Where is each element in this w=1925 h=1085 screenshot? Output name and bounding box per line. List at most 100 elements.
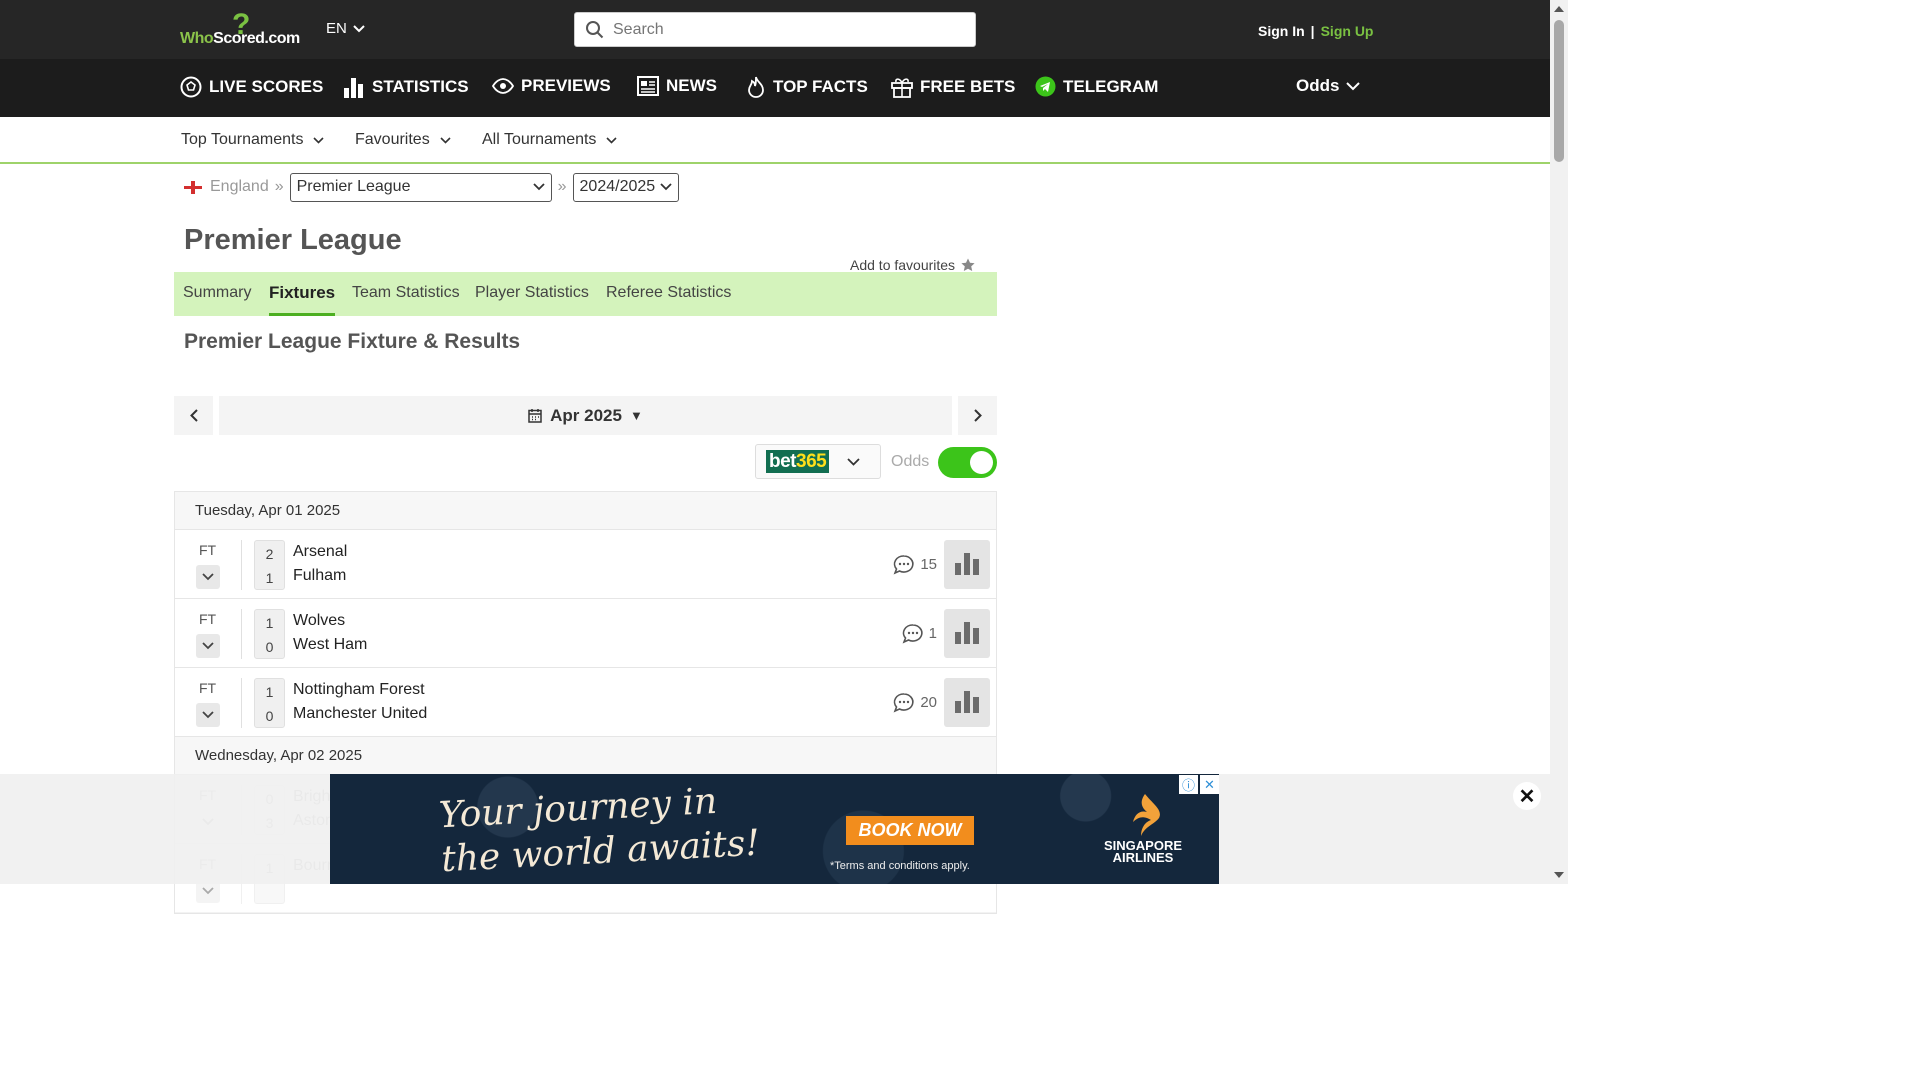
away-team[interactable]: Fulham — [293, 567, 346, 585]
match-row[interactable]: FT 2 1 Arsenal Fulham 15 — [175, 530, 996, 599]
toggle-knob — [970, 451, 993, 474]
expand-match-button[interactable] — [196, 703, 220, 727]
home-team[interactable]: Nottingham Forest — [293, 681, 425, 699]
league-tabs: Summary Fixtures Team Statistics Player … — [174, 272, 997, 316]
match-status: FT — [199, 680, 217, 696]
language-label: EN — [326, 20, 347, 37]
odds-toggle[interactable] — [938, 447, 997, 478]
match-status: FT — [199, 611, 217, 627]
bar-chart-icon — [973, 559, 979, 575]
away-score: 0 — [265, 639, 274, 655]
next-month-button[interactable] — [958, 396, 997, 435]
close-ad-button[interactable]: ✕ — [1513, 782, 1541, 810]
breadcrumb-separator: » — [274, 178, 284, 195]
chevron-down-icon — [202, 711, 214, 719]
comment-count: 20 — [920, 694, 937, 711]
ad-terms: *Terms and conditions apply. — [830, 860, 970, 872]
ad-banner[interactable]: Your journey in the world awaits! BOOK N… — [330, 774, 1219, 884]
month-selector[interactable]: Apr 2025 ▼ — [219, 396, 952, 435]
chevron-down-icon — [659, 183, 672, 191]
chevron-down-icon — [606, 136, 618, 144]
previous-month-button[interactable] — [174, 396, 213, 435]
comments-link[interactable]: 1 — [902, 623, 937, 644]
bookmaker-select[interactable]: bet365 — [755, 444, 881, 479]
nav-top-facts[interactable]: TOP FACTS — [746, 76, 868, 98]
expand-match-button[interactable] — [196, 634, 220, 658]
page-scrollbar[interactable] — [1550, 0, 1568, 884]
ad-choices: ⓘ ✕ — [1179, 775, 1219, 794]
add-to-favourites-button[interactable]: Add to favourites — [850, 257, 975, 273]
nav-previews[interactable]: PREVIEWS — [492, 76, 611, 96]
chevron-down-icon — [1346, 81, 1361, 90]
match-stats-button[interactable] — [944, 678, 990, 727]
soccer-ball-icon — [180, 76, 202, 98]
away-score: 1 — [265, 570, 274, 586]
comments-link[interactable]: 15 — [893, 554, 937, 575]
bar-chart-icon — [973, 628, 979, 644]
match-stats-button[interactable] — [944, 540, 990, 589]
ad-dismiss-icon[interactable]: ✕ — [1200, 775, 1219, 794]
ad-info-icon[interactable]: ⓘ — [1179, 775, 1198, 794]
score-box: 2 1 — [254, 540, 285, 590]
match-day-header: Wednesday, Apr 02 2025 — [175, 737, 996, 775]
tab-team-statistics[interactable]: Team Statistics — [352, 284, 460, 302]
season-select[interactable]: 2024/2025 — [572, 172, 679, 202]
bar-chart-icon — [973, 697, 979, 713]
scroll-down-arrow[interactable] — [1554, 872, 1564, 878]
fixtures-heading: Premier League Fixture & Results — [184, 330, 521, 353]
search-input[interactable] — [613, 20, 953, 39]
bird-logo-icon — [1133, 794, 1160, 836]
league-select[interactable]: Premier League — [289, 172, 552, 202]
home-score: 1 — [265, 684, 274, 700]
chevron-down-icon — [847, 457, 860, 466]
away-team[interactable]: West Ham — [293, 636, 367, 654]
sign-in-link[interactable]: Sign In — [1258, 23, 1305, 39]
comments-link[interactable]: 20 — [893, 692, 937, 713]
nav-odds-dropdown[interactable]: Odds — [1296, 76, 1361, 96]
nav-news[interactable]: NEWS — [637, 76, 717, 96]
home-team[interactable]: Wolves — [293, 612, 345, 630]
score-box: 1 0 — [254, 609, 285, 659]
home-team[interactable]: Arsenal — [293, 543, 347, 561]
calendar-icon — [528, 409, 542, 423]
scrollbar-thumb[interactable] — [1554, 20, 1564, 162]
match-row[interactable]: FT 1 0 Wolves West Ham 1 — [175, 599, 996, 668]
sign-up-link[interactable]: Sign Up — [1321, 23, 1374, 39]
caret-down-icon: ▼ — [629, 408, 643, 423]
nav-statistics[interactable]: STATISTICS — [343, 76, 469, 98]
top-bar: ? WhoScored.com EN Sign In | Sign Up — [0, 0, 1550, 59]
breadcrumb-country[interactable]: England — [210, 178, 269, 196]
away-team[interactable]: Manchester United — [293, 705, 427, 723]
expand-match-button[interactable] — [196, 565, 220, 589]
ad-headline: Your journey in the world awaits! — [437, 780, 761, 881]
match-row[interactable]: FT 1 0 Nottingham Forest Manchester Unit… — [175, 668, 996, 737]
nav-free-bets[interactable]: FREE BETS — [891, 76, 1015, 98]
match-status: FT — [199, 542, 217, 558]
gift-icon — [891, 78, 913, 98]
eye-icon — [492, 78, 514, 94]
comment-count: 15 — [920, 556, 937, 573]
tab-player-statistics[interactable]: Player Statistics — [475, 284, 589, 302]
tournament-subnav: Top Tournaments Favourites All Tournamen… — [0, 117, 1550, 164]
tab-fixtures[interactable]: Fixtures — [269, 283, 336, 316]
ad-book-now-button[interactable]: BOOK NOW — [846, 816, 974, 845]
bar-chart-icon — [955, 632, 961, 644]
scroll-up-arrow[interactable] — [1554, 6, 1564, 12]
nav-telegram[interactable]: TELEGRAM — [1035, 76, 1158, 97]
bar-chart-icon — [964, 553, 970, 575]
chevron-down-icon — [202, 642, 214, 650]
tab-summary[interactable]: Summary — [183, 284, 251, 302]
comment-count: 1 — [928, 625, 937, 642]
top-tournaments-dropdown[interactable]: Top Tournaments — [181, 131, 325, 149]
chevron-right-icon — [973, 409, 982, 422]
favourites-dropdown[interactable]: Favourites — [355, 131, 451, 149]
whoscored-logo[interactable]: ? WhoScored.com — [180, 8, 305, 48]
singapore-airlines-logo: SINGAPORE AIRLINES — [1098, 792, 1188, 864]
tab-referee-statistics[interactable]: Referee Statistics — [606, 284, 731, 302]
match-stats-button[interactable] — [944, 609, 990, 658]
nav-live-scores[interactable]: LIVE SCORES — [180, 76, 323, 98]
chevron-down-icon — [202, 887, 214, 895]
all-tournaments-dropdown[interactable]: All Tournaments — [482, 131, 618, 149]
home-score: 2 — [265, 546, 274, 562]
language-selector[interactable]: EN — [326, 20, 365, 37]
